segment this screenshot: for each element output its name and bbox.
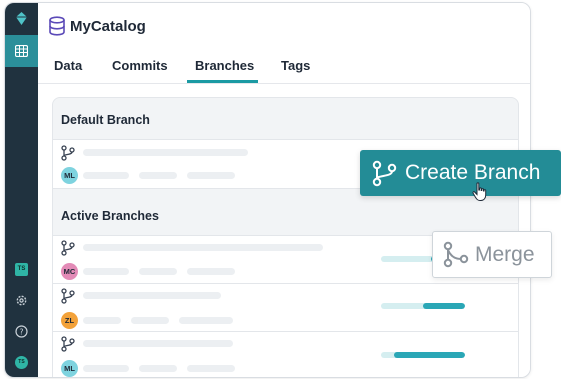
tab-commits[interactable]: Commits: [112, 58, 168, 73]
branch-row[interactable]: ML: [53, 331, 518, 377]
meta-placeholder: [139, 268, 177, 275]
meta-placeholder: [83, 172, 129, 179]
branch-progress: [381, 352, 465, 358]
branch-name-placeholder: [83, 340, 233, 347]
git-branch-icon: [372, 160, 397, 187]
meta-placeholder: [131, 317, 169, 324]
tab-bar: Data Commits Branches Tags: [38, 51, 530, 84]
git-branch-icon: [61, 336, 75, 352]
branch-progress: [381, 303, 465, 309]
avatar: ML: [61, 167, 78, 184]
section-title-active: Active Branches: [61, 209, 159, 223]
svg-text:?: ?: [19, 327, 23, 336]
merge-button[interactable]: Merge: [432, 231, 552, 278]
page-header: MyCatalog: [38, 3, 530, 51]
page-title: MyCatalog: [70, 18, 146, 35]
tab-branches[interactable]: Branches: [195, 58, 254, 73]
tab-tags[interactable]: Tags: [281, 58, 310, 73]
git-branch-icon: [61, 240, 75, 256]
avatar: ZL: [61, 312, 78, 329]
meta-placeholder: [83, 365, 129, 372]
branch-name-placeholder: [83, 149, 248, 156]
meta-placeholder: [83, 317, 121, 324]
create-branch-button[interactable]: Create Branch: [360, 150, 561, 196]
git-branch-icon: [61, 288, 75, 304]
meta-placeholder: [187, 365, 235, 372]
merge-label: Merge: [475, 243, 535, 266]
branch-progress-fill: [423, 303, 465, 309]
meta-placeholder: [139, 365, 177, 372]
git-branch-icon: [61, 145, 75, 161]
branch-row[interactable]: ZL: [53, 283, 518, 332]
meta-placeholder: [139, 172, 177, 179]
branch-name-placeholder: [83, 244, 323, 251]
meta-placeholder: [179, 317, 233, 324]
branch-progress-fill: [393, 352, 465, 358]
user-avatar[interactable]: TS: [15, 356, 28, 369]
avatar: MC: [61, 263, 78, 280]
active-tab-indicator: [187, 80, 258, 83]
sidebar-item-catalog[interactable]: [5, 35, 38, 67]
workspace-badge[interactable]: TS: [15, 263, 28, 276]
logo-icon[interactable]: [14, 11, 29, 26]
gear-icon[interactable]: [14, 293, 29, 308]
section-title-default: Default Branch: [61, 113, 150, 127]
meta-placeholder: [83, 268, 129, 275]
tab-data[interactable]: Data: [54, 58, 82, 73]
meta-placeholder: [187, 268, 235, 275]
git-merge-icon: [443, 241, 469, 268]
help-icon[interactable]: ?: [14, 324, 29, 339]
avatar: ML: [61, 360, 78, 377]
database-icon: [49, 16, 65, 36]
branch-name-placeholder: [83, 292, 221, 299]
meta-placeholder: [187, 172, 235, 179]
sidebar-rail: TS ? TS: [5, 3, 38, 377]
table-icon: [15, 45, 28, 57]
hand-pointer-icon: [472, 182, 487, 201]
